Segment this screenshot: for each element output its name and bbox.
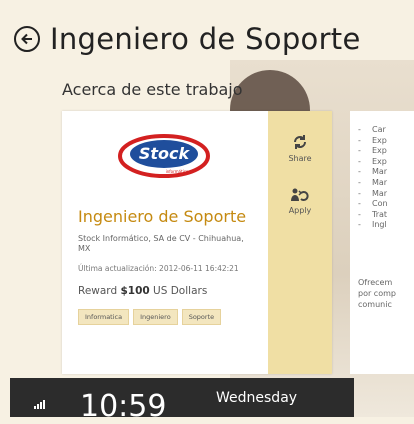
company-location: Stock Informático, SA de CV - Chihuahua,… bbox=[78, 234, 244, 253]
job-title: Ingeniero de Soporte bbox=[78, 207, 247, 226]
back-button[interactable] bbox=[14, 26, 40, 52]
tag[interactable]: Soporte bbox=[181, 309, 222, 325]
list-item: - Ingl bbox=[358, 220, 387, 230]
list-item: - Mar bbox=[358, 188, 388, 198]
job-card: Stock informático Ingeniero de Soporte S… bbox=[62, 111, 332, 374]
company-logo: Stock informático bbox=[118, 134, 210, 178]
share-label: Share bbox=[288, 154, 312, 163]
list-item: - Exp bbox=[358, 146, 387, 156]
list-item: - Car bbox=[358, 125, 386, 134]
job-details-panel: - Car - Exp - Exp - Exp - Mar - Mar - Mar - Con … bbox=[350, 111, 414, 374]
reward-currency: US Dollars bbox=[153, 285, 208, 297]
logo-text: Stock bbox=[139, 144, 191, 163]
tag-list: Informatica Ingeniero Soporte bbox=[78, 309, 222, 325]
list-item: - Mar bbox=[358, 167, 388, 177]
arrow-left-icon bbox=[21, 33, 32, 45]
list-item: - Con bbox=[358, 199, 388, 209]
list-item: - Mar bbox=[358, 177, 388, 187]
tag[interactable]: Ingeniero bbox=[133, 309, 178, 325]
tag[interactable]: Informatica bbox=[78, 309, 130, 325]
last-updated: Última actualización: 2012-06-11 16:42:2… bbox=[78, 264, 239, 273]
action-panel: Share Apply bbox=[268, 111, 332, 374]
clock-day: Wednesday bbox=[216, 390, 298, 406]
share-icon bbox=[294, 135, 306, 149]
job-card-content: Stock informático Ingeniero de Soporte S… bbox=[62, 111, 270, 374]
reward: Reward $100 US Dollars bbox=[78, 285, 207, 297]
description-paragraph: Ofrecem por comp comunic bbox=[358, 278, 396, 309]
apply-label: Apply bbox=[288, 206, 312, 215]
page-header: Ingeniero de Soporte bbox=[14, 18, 361, 60]
requirements-list: - Car - Exp - Exp - Exp - Mar - Mar - Mar - Con … bbox=[350, 125, 388, 231]
apply-button[interactable]: Apply bbox=[268, 187, 332, 215]
page-title: Ingeniero de Soporte bbox=[50, 22, 361, 56]
reward-amount: $100 bbox=[120, 285, 150, 297]
signal-strength-icon bbox=[34, 400, 45, 409]
section-title: Acerca de este trabajo bbox=[62, 80, 243, 99]
list-item: - Trat bbox=[358, 209, 388, 219]
share-button[interactable]: Share bbox=[268, 133, 332, 163]
reward-label: Reward bbox=[78, 285, 118, 297]
list-item: - Exp bbox=[358, 135, 387, 145]
lock-status-overlay: 10:59 Wednesday bbox=[10, 378, 354, 422]
apply-icon bbox=[291, 188, 309, 201]
clock-time: 10:59 bbox=[80, 389, 167, 424]
logo-subtext: informático bbox=[166, 169, 189, 174]
list-item: - Exp bbox=[358, 156, 387, 166]
